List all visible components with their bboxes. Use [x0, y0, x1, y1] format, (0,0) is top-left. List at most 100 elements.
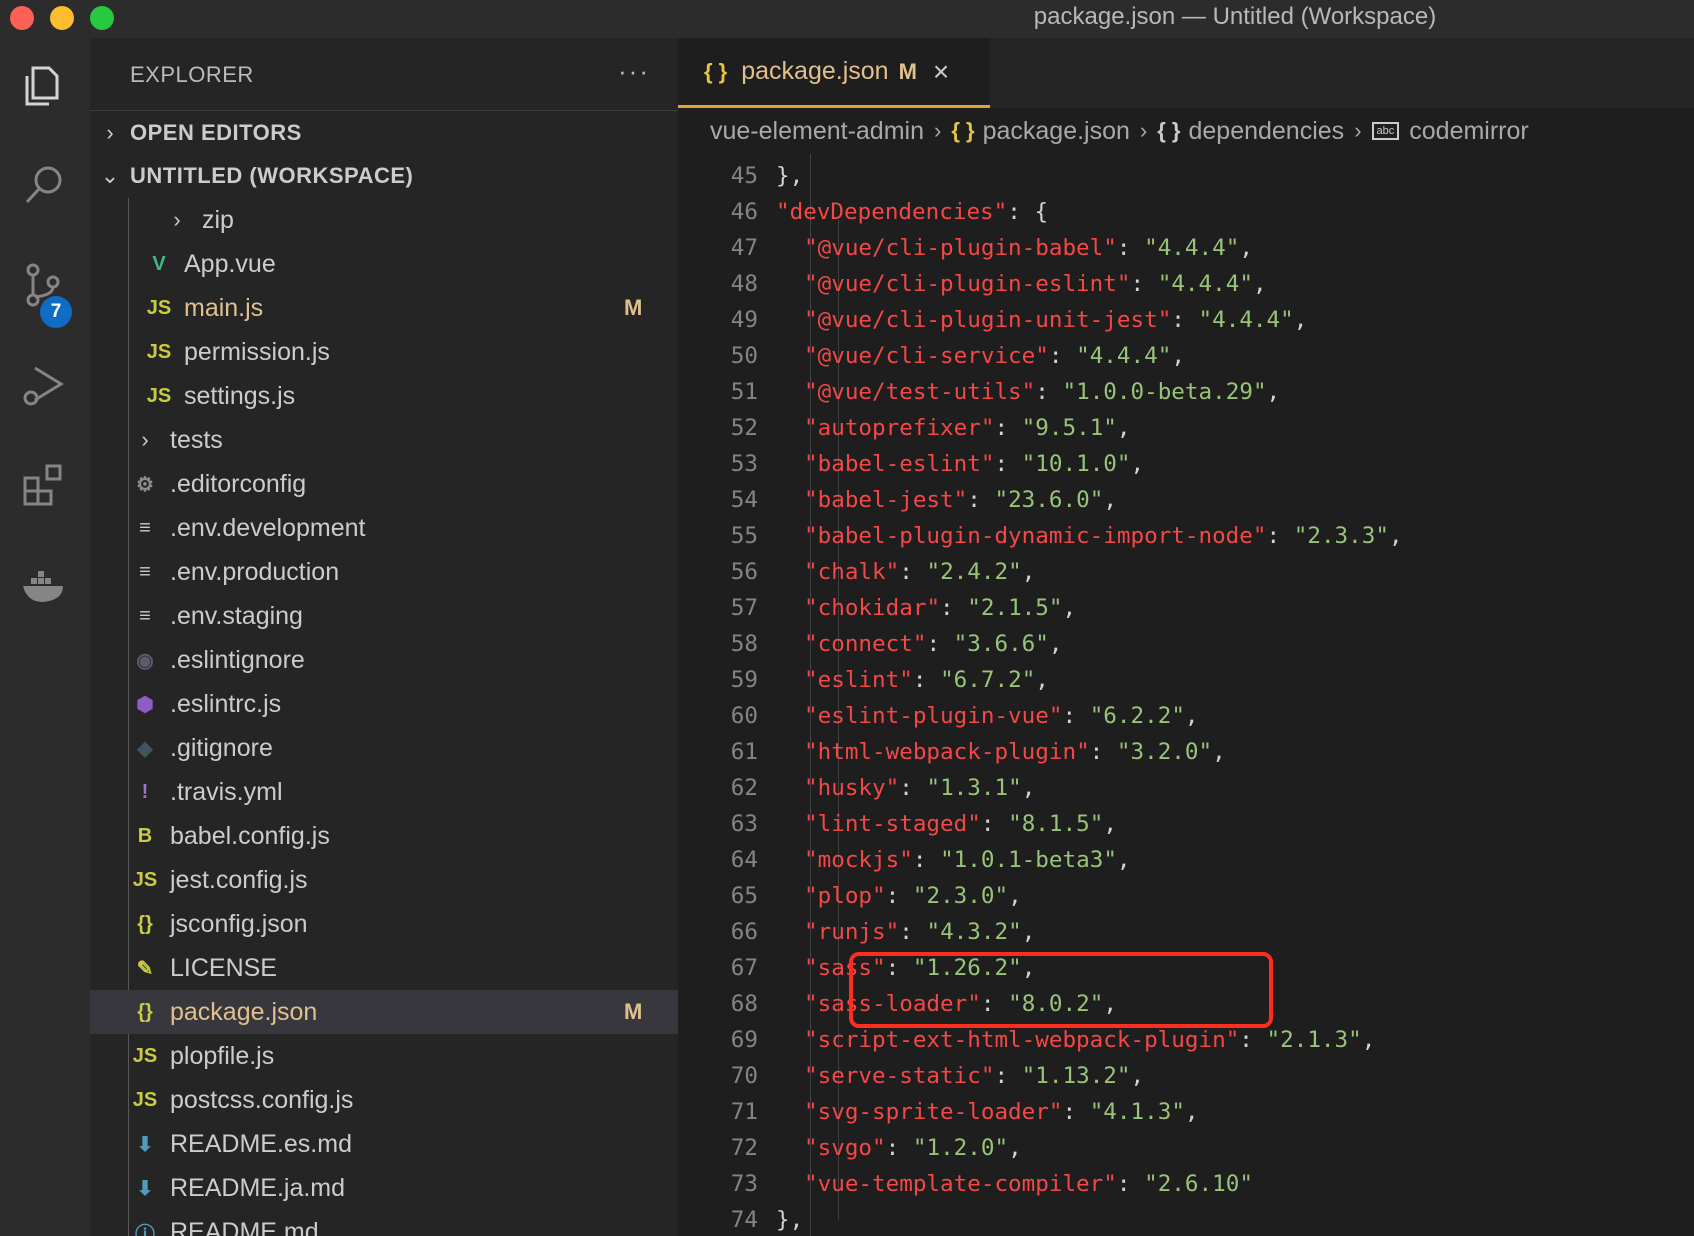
file-name: postcss.config.js — [170, 1085, 354, 1114]
json-key: runjs — [817, 919, 886, 945]
extensions-icon[interactable] — [17, 458, 71, 512]
punctuation: }, — [776, 1207, 804, 1233]
line-number: 52 — [730, 415, 758, 441]
chevron-right-icon: › — [934, 118, 942, 143]
file-name: jest.config.js — [170, 865, 308, 894]
punctuation: , — [1266, 379, 1281, 405]
tree-file[interactable]: JS permission.js — [90, 330, 678, 374]
tree-file[interactable]: ⚙ .editorconfig — [90, 462, 678, 506]
code-line: 57 "chokidar": "2.1.5", — [678, 590, 1694, 626]
json-key: babel-plugin-dynamic-import-node — [817, 523, 1253, 549]
punctuation: , — [1021, 919, 1036, 945]
explorer-title: EXPLORER — [130, 62, 254, 87]
minimize-window-button[interactable] — [50, 6, 74, 30]
close-window-button[interactable] — [10, 6, 34, 30]
yaml-icon: ! — [141, 780, 149, 803]
file-name: .env.development — [170, 513, 366, 542]
line-text: "html-webpack-plugin": "3.2.0", — [804, 739, 1226, 765]
tree-file[interactable]: V App.vue — [90, 242, 678, 286]
tab-package-json[interactable]: { } package.json M × — [678, 38, 990, 108]
json-value: 10.1.0 — [1035, 451, 1117, 477]
tree-file[interactable]: ◆ .gitignore — [90, 726, 678, 770]
text-file-icon: ≡ — [139, 516, 151, 539]
code-line: 45}, — [678, 158, 1694, 194]
tree-file[interactable]: ⬇ README.ja.md — [90, 1166, 678, 1210]
file-name: README.md — [170, 1217, 319, 1236]
chevron-right-icon: › — [106, 119, 114, 145]
tree-file[interactable]: ◉ .eslintignore — [90, 638, 678, 682]
tree-file[interactable]: {} jsconfig.json — [90, 902, 678, 946]
zoom-window-button[interactable] — [90, 6, 114, 30]
tree-file[interactable]: ! .travis.yml — [90, 770, 678, 814]
tree-file[interactable]: Bbabel.config.js — [90, 814, 678, 858]
punctuation: }, — [776, 163, 804, 189]
code-line: 49 "@vue/cli-plugin-unit-jest": "4.4.4", — [678, 302, 1694, 338]
json-key: @vue/cli-service — [817, 343, 1036, 369]
json-value: 9.5.1 — [1035, 415, 1104, 441]
json-key: @vue/test-utils — [817, 379, 1022, 405]
open-editors-section[interactable]: › OPEN EDITORS — [90, 110, 678, 154]
more-actions-button[interactable]: ··· — [618, 56, 650, 87]
tree-file[interactable]: JS postcss.config.js — [90, 1078, 678, 1122]
code-line: 55 "babel-plugin-dynamic-import-node": "2… — [678, 518, 1694, 554]
line-number: 61 — [730, 739, 758, 765]
file-name: .gitignore — [170, 733, 273, 762]
babel-icon: B — [137, 824, 153, 847]
code-line: 59 "eslint": "6.7.2", — [678, 662, 1694, 698]
punctuation: , — [1184, 1099, 1199, 1125]
line-number: 74 — [730, 1207, 758, 1233]
tree-file[interactable]: ⓘ README.md — [90, 1210, 678, 1236]
punctuation: : { — [1007, 199, 1049, 225]
json-value: 4.4.4 — [1171, 271, 1240, 297]
json-key: html-webpack-plugin — [817, 739, 1077, 765]
code-line: 51 "@vue/test-utils": "1.0.0-beta.29", — [678, 374, 1694, 410]
line-text: "lint-staged": "8.1.5", — [804, 811, 1117, 837]
json-value: 1.2.0 — [926, 1135, 995, 1161]
punctuation: , — [1116, 415, 1131, 441]
breadcrumb-section[interactable]: dependencies — [1188, 117, 1344, 146]
tree-file[interactable]: {} package.json M — [90, 990, 678, 1034]
json-icon: {} — [137, 1000, 153, 1023]
file-name: package.json — [170, 997, 318, 1026]
line-number: 50 — [730, 343, 758, 369]
explorer-icon[interactable] — [17, 58, 71, 112]
tree-file[interactable]: JS main.js M — [90, 286, 678, 330]
line-text: "husky": "1.3.1", — [804, 775, 1036, 801]
file-name: .eslintrc.js — [170, 689, 282, 718]
code-line: 66 "runjs": "4.3.2", — [678, 914, 1694, 950]
tree-file[interactable]: JS jest.config.js — [90, 858, 678, 902]
search-icon[interactable] — [17, 158, 71, 212]
tree-folder[interactable]: › zip — [90, 198, 678, 242]
workspace-section[interactable]: ⌄ UNTITLED (WORKSPACE) — [90, 154, 678, 198]
json-value: 6.2.2 — [1103, 703, 1172, 729]
run-debug-icon[interactable] — [17, 358, 71, 412]
vue-icon: V — [152, 252, 166, 275]
docker-icon[interactable] — [17, 558, 71, 612]
code-line: 54 "babel-jest": "23.6.0", — [678, 482, 1694, 518]
code-editor[interactable]: 45}, 46 "devDependencies": {47 "@vue/cli-pl… — [678, 154, 1694, 1236]
tree-file[interactable]: JS plopfile.js — [90, 1034, 678, 1078]
tree-file[interactable]: JS settings.js — [90, 374, 678, 418]
tree-file[interactable]: ⬇ README.es.md — [90, 1122, 678, 1166]
tree-file[interactable]: ⬢ .eslintrc.js — [90, 682, 678, 726]
file-name: zip — [202, 205, 234, 234]
tree-file[interactable]: ✎ LICENSE — [90, 946, 678, 990]
js-icon: JS — [132, 1044, 158, 1067]
line-text: "babel-plugin-dynamic-import-node": "2.3… — [804, 523, 1403, 549]
tree-file[interactable]: ≡ .env.production — [90, 550, 678, 594]
close-tab-button[interactable]: × — [933, 56, 949, 88]
json-value: 4.4.4 — [1157, 235, 1226, 261]
tree-folder[interactable]: › tests — [90, 418, 678, 462]
chevron-right-icon: › — [1354, 118, 1362, 143]
breadcrumb-symbol[interactable]: codemirror — [1409, 117, 1528, 146]
breadcrumb-project[interactable]: vue-element-admin — [710, 117, 924, 146]
tree-file[interactable]: ≡ .env.staging — [90, 594, 678, 638]
line-number: 73 — [730, 1171, 758, 1197]
line-number: 63 — [730, 811, 758, 837]
breadcrumb-file[interactable]: package.json — [983, 117, 1130, 146]
json-value: 4.4.4 — [1089, 343, 1158, 369]
json-key: chokidar — [817, 595, 927, 621]
file-name: .env.staging — [170, 601, 303, 630]
tree-file[interactable]: ≡ .env.development — [90, 506, 678, 550]
eslint-icon: ⬢ — [136, 693, 154, 716]
